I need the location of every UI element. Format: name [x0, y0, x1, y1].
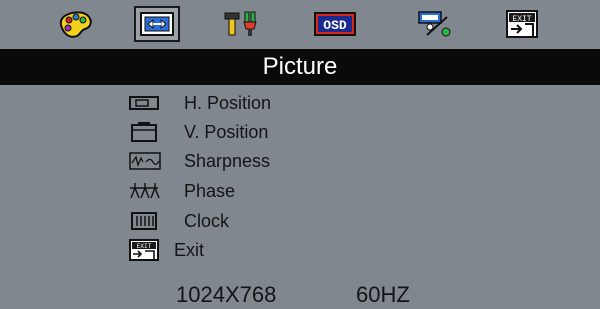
tab-osd[interactable]: OSD — [312, 6, 358, 42]
exit-icon: EXIT — [506, 10, 538, 38]
picture-adjust-icon — [140, 12, 174, 36]
exit-item-icon-label: EXIT — [137, 243, 152, 250]
menu-item-sharpness[interactable]: Sharpness — [128, 146, 388, 176]
menu-item-label: Sharpness — [184, 150, 271, 171]
tab-input[interactable] — [412, 6, 458, 42]
menu-item-label: Exit — [174, 239, 205, 260]
input-percent-icon — [418, 11, 451, 37]
tab-bar: OSD EXIT — [0, 0, 600, 48]
menu-item-label: Clock — [184, 210, 230, 231]
tools-icon — [224, 11, 257, 36]
v-position-icon — [128, 120, 166, 144]
menu-item-label: V. Position — [184, 121, 269, 142]
sharpness-icon — [128, 149, 166, 173]
clock-icon — [128, 209, 166, 233]
resolution-readout: 1024X768 — [176, 282, 277, 307]
tab-picture[interactable] — [134, 6, 180, 42]
menu-item-phase[interactable]: Phase — [128, 176, 388, 206]
menu-item-h-position[interactable]: H. Position — [128, 88, 388, 118]
tab-tools[interactable] — [219, 6, 265, 42]
osd-window: OSD EXIT Picture H. Position V. Position… — [0, 0, 600, 309]
menu-item-exit[interactable]: EXIT Exit — [128, 235, 388, 265]
menu-item-label: H. Position — [184, 92, 272, 113]
osd-icon: OSD — [314, 12, 356, 36]
palette-icon — [59, 11, 92, 38]
tab-color[interactable] — [52, 6, 98, 42]
osd-icon-label: OSD — [323, 18, 347, 33]
menu-item-v-position[interactable]: V. Position — [128, 117, 388, 147]
menu-item-label: Phase — [184, 180, 236, 201]
refresh-rate-readout: 60HZ — [356, 282, 410, 307]
page-title: Picture — [0, 49, 600, 85]
tab-exit[interactable]: EXIT — [500, 6, 546, 42]
exit-icon: EXIT — [128, 238, 166, 262]
exit-icon-label: EXIT — [512, 15, 531, 24]
status-bar: 1024X768 60HZ — [0, 282, 600, 308]
h-position-icon — [128, 91, 166, 115]
phase-icon — [128, 179, 166, 203]
menu-item-clock[interactable]: Clock — [128, 206, 388, 236]
